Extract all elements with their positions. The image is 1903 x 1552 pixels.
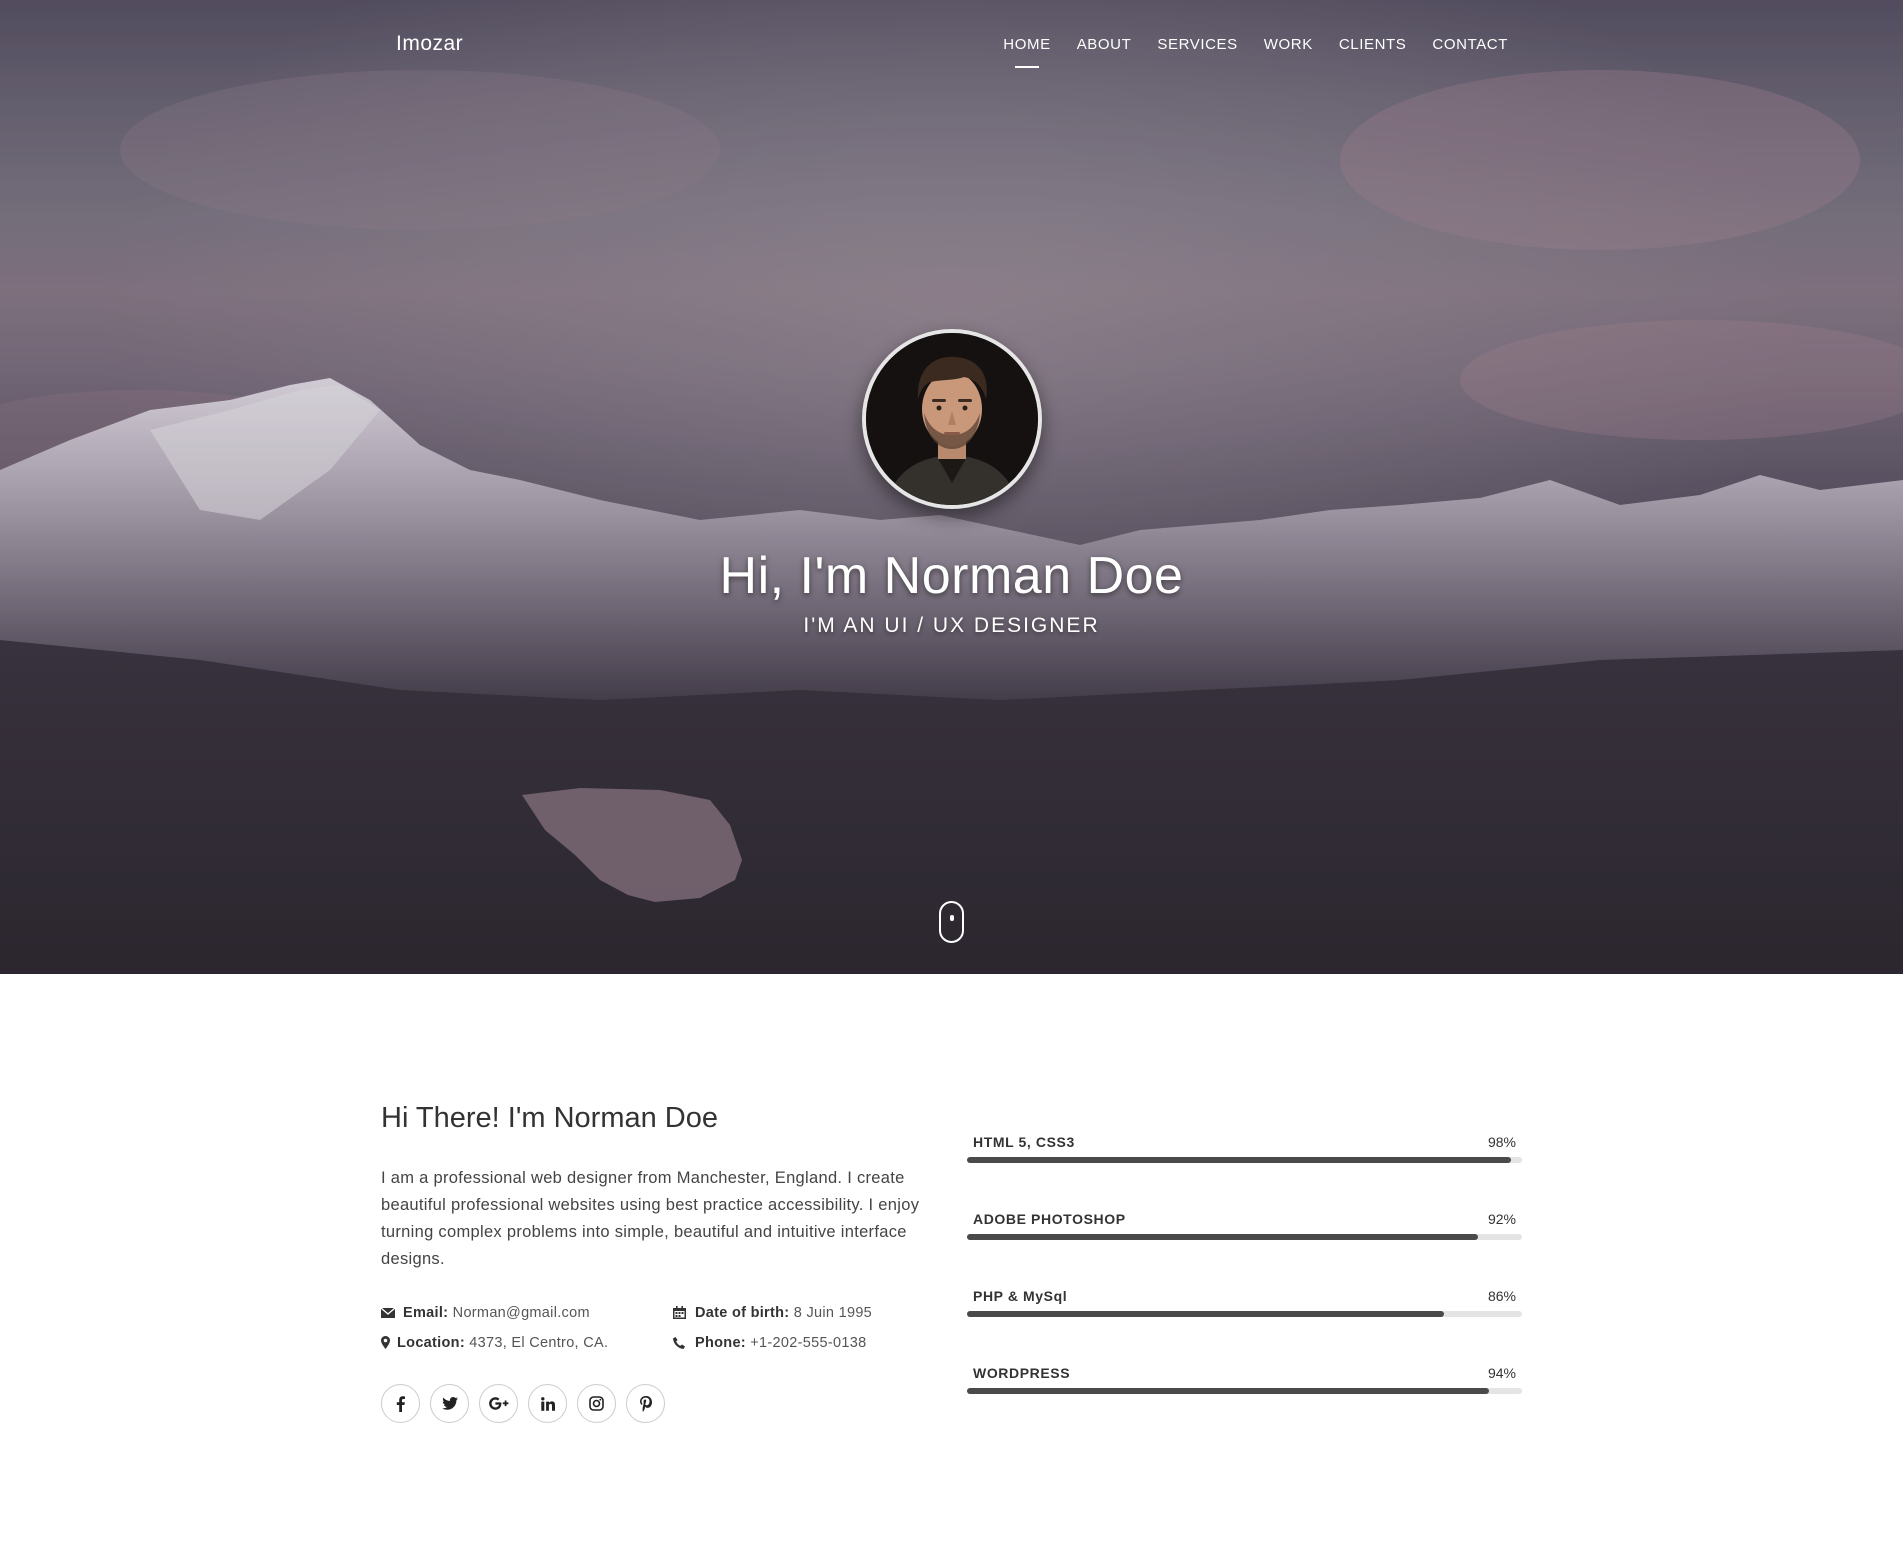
skill-item: HTML 5, CSS3 98% [967,1134,1522,1174]
skill-name: HTML 5, CSS3 [973,1134,1075,1150]
facebook-icon[interactable] [381,1384,420,1423]
hero-section: Imozar HOME ABOUT SERVICES WORK CLIENTS … [0,0,1903,974]
skill-progress-track [967,1388,1522,1394]
skill-progress-track [967,1234,1522,1240]
skill-progress-fill [967,1234,1478,1240]
avatar [862,329,1042,509]
about-section: Hi There! I'm Norman Doe I am a professi… [0,974,1903,1552]
phone-icon [673,1337,689,1353]
nav-menu: HOME ABOUT SERVICES WORK CLIENTS CONTACT [1003,36,1508,68]
about-heading: Hi There! I'm Norman Doe [381,1102,718,1134]
nav-work[interactable]: WORK [1264,36,1313,53]
skill-progress-fill [967,1388,1489,1394]
twitter-icon[interactable] [430,1384,469,1423]
nav-about[interactable]: ABOUT [1077,36,1132,53]
skill-progress-track [967,1311,1522,1317]
mouse-scroll-icon[interactable] [939,901,964,943]
google-plus-icon[interactable] [479,1384,518,1423]
social-links [381,1384,665,1423]
nav-services[interactable]: SERVICES [1157,36,1237,53]
nav-home[interactable]: HOME [1003,36,1050,68]
pinterest-icon[interactable] [626,1384,665,1423]
skill-progress-track [967,1157,1522,1163]
instagram-icon[interactable] [577,1384,616,1423]
dob-label: Date of birth: [695,1305,790,1321]
skill-percent: 98% [1487,1134,1516,1150]
dob-value: 8 Juin 1995 [793,1305,873,1321]
skill-name: ADOBE PHOTOSHOP [973,1211,1126,1227]
top-navbar: Imozar HOME ABOUT SERVICES WORK CLIENTS … [0,0,1903,92]
map-marker-icon [381,1336,391,1353]
envelope-icon [380,1307,397,1323]
skill-name: PHP & MySql [973,1288,1068,1304]
info-phone: Phone: +1-202-555-0138 [673,1335,866,1353]
info-email: Email: Norman@gmail.com [380,1305,590,1323]
nav-contact[interactable]: CONTACT [1432,36,1508,53]
skill-item: ADOBE PHOTOSHOP 92% [967,1211,1522,1251]
phone-label: Phone: [695,1335,746,1351]
skill-item: PHP & MySql 86% [967,1288,1522,1328]
location-value: 4373, El Centro, CA. [469,1335,609,1351]
brand-logo[interactable]: Imozar [396,32,463,56]
skill-percent: 92% [1487,1211,1516,1227]
skill-progress-fill [967,1311,1445,1317]
info-dob: Date of birth: 8 Juin 1995 [673,1305,872,1323]
linkedin-icon[interactable] [528,1384,567,1423]
email-value[interactable]: Norman@gmail.com [453,1305,590,1321]
skill-progress-fill [967,1157,1511,1163]
nav-clients[interactable]: CLIENTS [1339,36,1407,53]
profile-photo [866,333,1038,505]
hero-title: Hi, I'm Norman Doe [719,547,1184,605]
mouse-wheel [950,915,954,921]
calendar-icon [673,1306,689,1323]
skill-name: WORDPRESS [973,1365,1071,1381]
about-description: I am a professional web designer from Ma… [381,1169,920,1268]
skill-percent: 86% [1487,1288,1516,1304]
location-label: Location: [397,1335,465,1351]
phone-value[interactable]: +1-202-555-0138 [750,1335,866,1351]
hero-subtitle: I'M AN UI / UX DESIGNER [803,614,1100,637]
skill-item: WORDPRESS 94% [967,1365,1522,1405]
info-location: Location: 4373, El Centro, CA. [381,1335,608,1353]
skill-percent: 94% [1487,1365,1516,1381]
email-label: Email: [403,1305,449,1321]
